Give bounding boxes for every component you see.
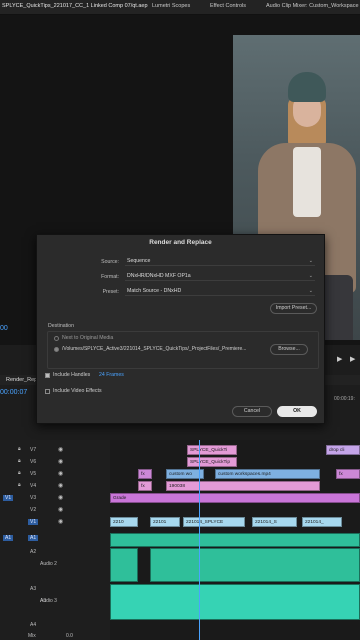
- track-v5-label[interactable]: V5: [30, 471, 36, 477]
- next-to-original-radio[interactable]: [54, 336, 59, 341]
- include-video-effects-checkbox[interactable]: [45, 389, 50, 394]
- tab-lumetri-scopes[interactable]: Lumetri Scopes: [152, 3, 190, 9]
- clip-v5-fx[interactable]: fx: [138, 469, 152, 479]
- chevron-down-icon: ⌄: [308, 258, 313, 264]
- track-headers: [0, 440, 110, 640]
- track-v6-label[interactable]: V6: [30, 459, 36, 465]
- source-a1-label[interactable]: A1: [3, 535, 14, 541]
- track-v4-label[interactable]: V4: [30, 483, 36, 489]
- chevron-down-icon: ⌄: [308, 273, 313, 279]
- tab-audio-clip-mixer[interactable]: Audio Clip Mixer: Custom_Workspace: [266, 3, 359, 9]
- track-a4-label[interactable]: A4: [30, 622, 36, 628]
- preset-select[interactable]: Match Source - DNxHD ⌄: [125, 287, 315, 296]
- clip-v1-e[interactable]: 221014_: [302, 517, 342, 527]
- next-to-original-label: Next to Original Media: [62, 335, 114, 341]
- track-v2-label[interactable]: V2: [30, 507, 36, 513]
- clip-v1-d[interactable]: 221014_S: [252, 517, 297, 527]
- lock-icon[interactable]: 🔒︎: [18, 458, 21, 464]
- clip-v5-custom-workspaces[interactable]: custom workspaces.mp4: [215, 469, 320, 479]
- clip-v7-drop[interactable]: drop cli: [326, 445, 360, 455]
- destination-heading: Destination: [48, 323, 74, 329]
- clip-v1-b[interactable]: 22101: [150, 517, 180, 527]
- import-preset-button[interactable]: Import Preset...: [270, 303, 317, 314]
- cancel-button[interactable]: Cancel: [232, 406, 272, 417]
- tab-project-comp[interactable]: SPLYCE_QuickTips_221017_CC_1 Linked Comp…: [2, 3, 148, 9]
- destination-path: /Volumes/SPLYCE_Active3/221014_SPLYCE_Qu…: [62, 346, 247, 352]
- play-icon[interactable]: ▶: [350, 355, 355, 363]
- eye-icon[interactable]: ◉: [58, 506, 63, 513]
- clip-v1-a[interactable]: 2210: [110, 517, 138, 527]
- track-a2-label[interactable]: A2: [30, 549, 36, 555]
- audio-clip-a3[interactable]: [110, 584, 360, 620]
- step-forward-icon[interactable]: ▶: [337, 355, 342, 363]
- clip-v6-splyce[interactable]: SPLYCE_QuickTip: [187, 457, 237, 467]
- eye-icon[interactable]: ◉: [58, 446, 63, 453]
- timeline-timecode[interactable]: 00:00:07: [0, 389, 27, 396]
- clip-v7-splyce[interactable]: SPLYCE_QuickTi: [187, 445, 237, 455]
- eye-icon[interactable]: ◉: [58, 482, 63, 489]
- eye-icon[interactable]: ◉: [58, 518, 63, 525]
- track-v3-label[interactable]: V3: [30, 495, 36, 501]
- ruler-timecode: 00:00:19:: [334, 396, 355, 402]
- panel-tab-bar: SPLYCE_QuickTips_221017_CC_1 Linked Comp…: [0, 0, 360, 15]
- chevron-down-icon: ⌄: [308, 288, 313, 294]
- track-a3-title: Audio 3: [40, 598, 57, 604]
- track-a3-label[interactable]: A3: [30, 586, 36, 592]
- source-v1-label[interactable]: V1: [3, 495, 14, 501]
- include-handles-label: Include Handles: [53, 372, 91, 378]
- person-shirt: [293, 147, 321, 217]
- audio-clip-a2-left[interactable]: [110, 548, 138, 582]
- track-a1-label[interactable]: A1: [28, 535, 39, 541]
- mix-label: Mix: [28, 633, 36, 639]
- lock-icon[interactable]: 🔒︎: [18, 446, 21, 452]
- eye-icon[interactable]: ◉: [58, 458, 63, 465]
- person-beanie: [288, 72, 326, 102]
- tab-effect-controls[interactable]: Effect Controls: [210, 3, 246, 9]
- include-video-effects-label: Include Video Effects: [53, 388, 102, 394]
- format-value: DNxHR/DNxHD MXF OP1a: [127, 273, 191, 279]
- eye-icon[interactable]: ◉: [58, 470, 63, 477]
- tab-sequence[interactable]: Render_Rep: [6, 377, 37, 383]
- source-select[interactable]: Sequence ⌄: [125, 257, 315, 266]
- clip-v4-190038[interactable]: 190038: [166, 481, 320, 491]
- clip-v5-fx-right[interactable]: fx: [336, 469, 360, 479]
- browse-button[interactable]: Browse...: [270, 344, 308, 355]
- format-select[interactable]: DNxHR/DNxHD MXF OP1a ⌄: [125, 272, 315, 281]
- preset-label: Preset:: [102, 289, 119, 295]
- source-label: Source:: [101, 259, 119, 265]
- monitor-timecode: 00: [0, 325, 8, 332]
- preset-value: Match Source - DNxHD: [127, 288, 182, 294]
- ok-button[interactable]: OK: [277, 406, 317, 417]
- format-label: Format:: [101, 274, 119, 280]
- source-value: Sequence: [127, 258, 151, 264]
- track-a2-name: Audio 2: [40, 561, 57, 567]
- clip-v3-grade[interactable]: Grade: [110, 493, 360, 503]
- lock-icon[interactable]: 🔒︎: [18, 482, 21, 488]
- track-v1-label[interactable]: V1: [28, 519, 39, 525]
- render-and-replace-dialog: Render and Replace Source: Sequence ⌄ For…: [36, 234, 325, 424]
- dialog-title: Render and Replace: [149, 239, 212, 246]
- clip-v1-c[interactable]: 221014_SPLYCE: [183, 517, 245, 527]
- handles-frames-value[interactable]: 24 Frames: [99, 372, 124, 378]
- track-v7-label[interactable]: V7: [30, 447, 36, 453]
- eye-icon[interactable]: ◉: [58, 494, 63, 501]
- destination-group: Next to Original Media /Volumes/SPLYCE_A…: [47, 331, 319, 369]
- audio-clip-a2[interactable]: [150, 548, 360, 582]
- mix-value[interactable]: 0.0: [66, 633, 73, 639]
- custom-path-radio[interactable]: [54, 347, 59, 352]
- lock-icon[interactable]: 🔒︎: [18, 470, 21, 476]
- clip-v4-fx[interactable]: fx: [138, 481, 152, 491]
- audio-clip-a1[interactable]: [110, 533, 360, 547]
- playhead[interactable]: [199, 440, 200, 640]
- include-handles-checkbox[interactable]: [45, 373, 50, 378]
